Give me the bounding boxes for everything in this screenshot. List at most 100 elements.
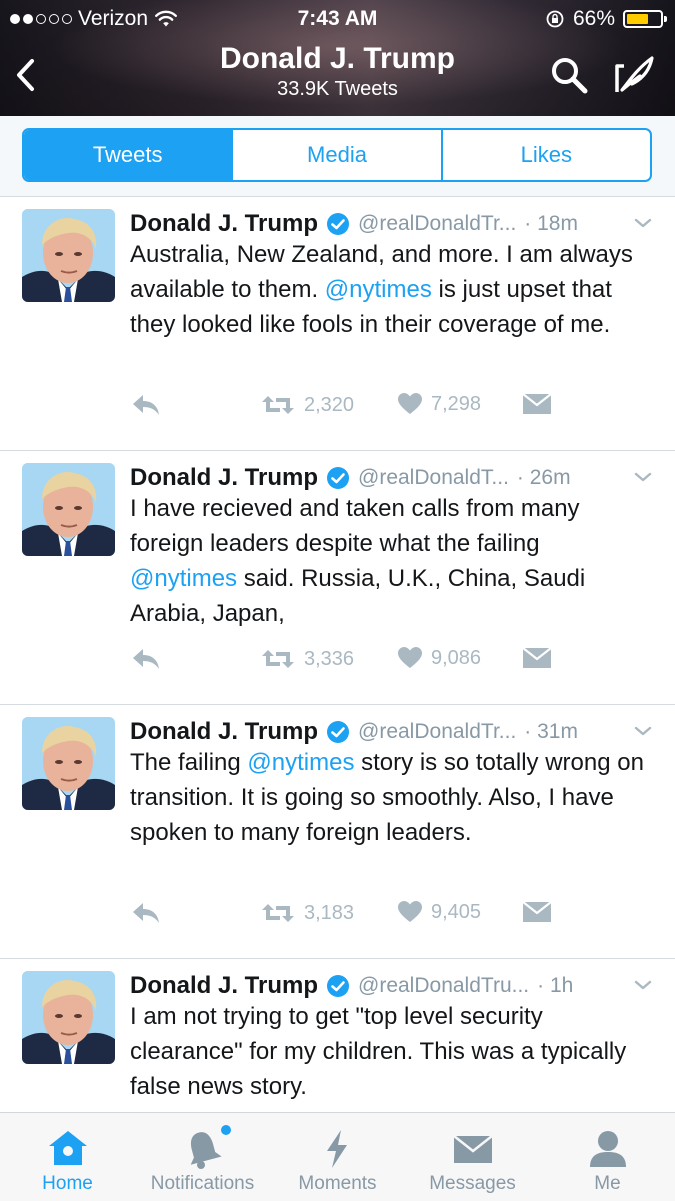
reply-button[interactable] <box>130 900 162 926</box>
tweet-timestamp: · 31m <box>524 720 578 743</box>
avatar[interactable] <box>22 463 115 556</box>
envelope-icon <box>522 393 552 414</box>
tab-label: Messages <box>429 1173 516 1194</box>
tweet-text-segment: I have recieved and taken calls from man… <box>130 495 580 557</box>
avatar[interactable] <box>22 717 115 810</box>
tab-home[interactable]: Home <box>0 1113 135 1201</box>
search-button[interactable] <box>548 54 590 96</box>
retweet-icon <box>262 650 294 668</box>
retweet-count: 3,336 <box>304 647 355 670</box>
heart-icon <box>398 901 422 922</box>
lightning-icon <box>326 1130 347 1168</box>
profile-tab-bar: Tweets Media Likes <box>0 116 675 197</box>
tweet-text: Australia, New Zealand, and more. I am a… <box>130 237 650 342</box>
reply-button[interactable] <box>130 646 162 672</box>
retweet-icon <box>262 904 294 922</box>
profile-header: Verizon 7:43 AM 66% Donald J. Trump 33.9… <box>0 0 675 116</box>
author-handle[interactable]: @realDonaldTr... <box>358 212 516 236</box>
retweet-button[interactable]: 3,183 <box>260 900 354 926</box>
reply-button[interactable] <box>130 392 162 418</box>
envelope-icon <box>522 647 552 668</box>
like-button[interactable]: 9,405 <box>397 900 481 924</box>
author-handle[interactable]: @realDonaldT... <box>358 466 509 490</box>
battery-level <box>627 14 649 24</box>
tweet-actions: 3,336 9,086 <box>130 646 650 678</box>
heart-icon <box>398 393 422 414</box>
tweet-timeline[interactable]: Donald J. Trump @realDonaldTr... · 18m A… <box>0 197 675 1112</box>
author-name[interactable]: Donald J. Trump <box>130 972 318 1000</box>
tweet[interactable]: Donald J. Trump @realDonaldTr... · 31m T… <box>0 705 675 959</box>
heart-icon <box>398 647 422 668</box>
person-icon <box>589 1131 626 1167</box>
verified-badge-icon <box>327 721 350 743</box>
like-count: 9,405 <box>431 900 482 923</box>
tweet-text-segment: I am not trying to get "top level securi… <box>130 1003 627 1100</box>
mention-link[interactable]: @nytimes <box>325 276 432 303</box>
tweet-header: Donald J. Trump @realDonaldTr... · 31m <box>130 717 655 747</box>
tab-media[interactable]: Media <box>231 130 440 180</box>
notification-badge <box>220 1125 231 1135</box>
tab-messages[interactable]: Messages <box>405 1113 540 1201</box>
tab-likes[interactable]: Likes <box>440 130 650 180</box>
author-name[interactable]: Donald J. Trump <box>130 464 318 492</box>
rotation-lock-icon <box>546 10 564 28</box>
bell-icon <box>181 1125 231 1171</box>
chevron-down-icon[interactable] <box>631 465 655 489</box>
avatar-portrait-icon <box>22 717 115 810</box>
avatar-portrait-icon <box>22 463 115 556</box>
retweet-count: 2,320 <box>304 393 355 416</box>
retweet-button[interactable]: 2,320 <box>260 392 354 418</box>
avatar[interactable] <box>22 971 115 1064</box>
tab-moments[interactable]: Moments <box>270 1113 405 1201</box>
avatar[interactable] <box>22 209 115 302</box>
battery-percent: 66% <box>572 7 615 30</box>
chevron-down-icon[interactable] <box>631 211 655 235</box>
mention-link[interactable]: @nytimes <box>130 565 237 592</box>
tweet-timestamp: · 1h <box>537 974 574 997</box>
direct-message-button[interactable] <box>522 900 552 924</box>
tweet-timestamp: · 26m <box>516 466 571 489</box>
envelope-icon <box>522 901 552 922</box>
battery-icon <box>623 10 667 28</box>
tab-notifications[interactable]: Notifications <box>135 1113 270 1201</box>
like-button[interactable]: 9,086 <box>397 646 481 670</box>
tweet-header: Donald J. Trump @realDonaldTru... · 1h <box>130 971 655 1001</box>
profile-tabs: Tweets Media Likes <box>22 128 652 182</box>
chevron-down-icon[interactable] <box>631 719 655 743</box>
verified-badge-icon <box>327 467 350 489</box>
tweet[interactable]: Donald J. Trump @realDonaldTru... · 1h I… <box>0 959 675 1112</box>
compose-button[interactable] <box>612 52 658 98</box>
tweet-header: Donald J. Trump @realDonaldT... · 26m <box>130 463 655 493</box>
tweet-timestamp: · 18m <box>524 212 578 235</box>
tweet[interactable]: Donald J. Trump @realDonaldTr... · 18m A… <box>0 197 675 451</box>
direct-message-button[interactable] <box>522 392 552 416</box>
verified-badge-icon <box>327 213 350 235</box>
bottom-tab-bar: Home Notifications Moments Messages Me <box>0 1112 675 1201</box>
author-name[interactable]: Donald J. Trump <box>130 210 318 238</box>
like-button[interactable]: 7,298 <box>397 392 481 416</box>
tweet[interactable]: Donald J. Trump @realDonaldT... · 26m I … <box>0 451 675 705</box>
author-name[interactable]: Donald J. Trump <box>130 718 318 746</box>
like-count: 9,086 <box>431 646 482 669</box>
author-handle[interactable]: @realDonaldTr... <box>358 720 516 744</box>
tab-tweets[interactable]: Tweets <box>24 130 232 180</box>
tweet-actions: 3,183 9,405 <box>130 900 650 932</box>
tweet-text-segment: The failing <box>130 749 248 776</box>
tweet-text: I am not trying to get "top level securi… <box>130 999 650 1104</box>
direct-message-button[interactable] <box>522 646 552 670</box>
chevron-down-icon[interactable] <box>631 973 655 997</box>
retweet-count: 3,183 <box>304 901 355 924</box>
status-right: 66% <box>545 7 667 31</box>
tab-me[interactable]: Me <box>540 1113 675 1201</box>
home-icon <box>48 1131 87 1165</box>
mention-link[interactable]: @nytimes <box>247 749 354 776</box>
tweet-text: I have recieved and taken calls from man… <box>130 491 650 631</box>
like-count: 7,298 <box>431 392 482 415</box>
tab-label: Me <box>594 1173 621 1194</box>
avatar-portrait-icon <box>22 209 115 302</box>
tab-label: Home <box>42 1173 93 1194</box>
retweet-button[interactable]: 3,336 <box>260 646 354 672</box>
reply-icon <box>133 649 159 669</box>
tab-label: Moments <box>298 1173 377 1194</box>
author-handle[interactable]: @realDonaldTru... <box>358 974 529 998</box>
